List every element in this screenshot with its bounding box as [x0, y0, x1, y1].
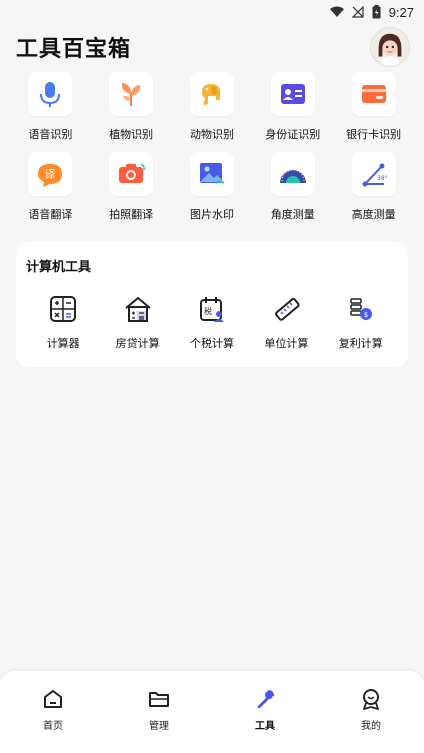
svg-text:$: $ — [364, 311, 368, 319]
tool-label: 语音识别 — [28, 128, 73, 141]
battery-icon — [372, 5, 381, 19]
height-measure-icon: 38° — [351, 152, 396, 196]
tool-image-watermark[interactable]: 图片水印 — [172, 152, 253, 222]
tool-angle-measure[interactable]: 角度测量 — [252, 152, 333, 222]
tool-id-card-recognition[interactable]: 身份证识别 — [252, 72, 333, 142]
house-calc-icon — [122, 293, 154, 325]
tool-label: 银行卡识别 — [346, 128, 402, 141]
nav-label: 工具 — [255, 721, 275, 732]
calculator-icon — [47, 293, 79, 325]
translate-bubble-icon: 译 — [28, 152, 73, 196]
tool-photo-translate[interactable]: 拍照翻译 — [91, 152, 172, 222]
nav-label: 首页 — [43, 721, 63, 732]
bank-card-icon — [351, 72, 396, 116]
calc-label: 单位计算 — [264, 337, 309, 350]
wrench-icon — [253, 687, 277, 711]
elephant-icon — [189, 72, 234, 116]
tool-animal-recognition[interactable]: 动物识别 — [172, 72, 253, 142]
calc-item-mortgage[interactable]: 房贷计算 — [100, 293, 174, 351]
avatar[interactable] — [370, 27, 410, 67]
camera-translate-icon — [109, 152, 154, 196]
image-watermark-icon — [189, 152, 234, 196]
folder-icon — [147, 687, 171, 711]
wifi-icon — [329, 6, 344, 17]
tool-label: 拍照翻译 — [109, 208, 154, 221]
calculator-tools-card: 计算机工具 计算器 房贷计算 税 个税计算 单位计算 $ 复利计算 — [16, 242, 408, 367]
nav-home[interactable]: 首页 — [0, 687, 106, 753]
nav-profile[interactable]: 我的 — [318, 687, 424, 753]
bottom-nav: 首页 管理 工具 我的 — [0, 671, 424, 753]
tool-label: 身份证识别 — [265, 128, 321, 141]
tax-calendar-icon: 税 — [196, 293, 228, 325]
calc-item-compound-interest[interactable]: $ 复利计算 — [324, 293, 398, 351]
page-title: 工具百宝箱 — [16, 37, 132, 62]
nav-label: 管理 — [149, 721, 169, 732]
tool-label: 植物识别 — [109, 128, 154, 141]
calculator-grid: 计算器 房贷计算 税 个税计算 单位计算 $ 复利计算 — [26, 293, 398, 351]
coins-icon: $ — [345, 293, 377, 325]
tool-plant-recognition[interactable]: 植物识别 — [91, 72, 172, 142]
tool-label: 角度测量 — [270, 208, 315, 221]
protractor-icon — [270, 152, 315, 196]
ruler-icon — [270, 293, 302, 325]
tool-label: 高度测量 — [351, 208, 396, 221]
header: 工具百宝箱 — [0, 24, 424, 70]
microphone-icon — [28, 72, 73, 116]
tool-voice-recognition[interactable]: 语音识别 — [10, 72, 91, 142]
tool-label: 图片水印 — [189, 208, 234, 221]
tool-label: 语音翻译 — [28, 208, 73, 221]
nav-label: 我的 — [361, 721, 381, 732]
status-time: 9:27 — [388, 4, 414, 20]
calc-item-tax[interactable]: 税 个税计算 — [175, 293, 249, 351]
no-signal-icon — [351, 6, 364, 18]
svg-text:译: 译 — [45, 168, 56, 181]
calc-label: 复利计算 — [338, 337, 383, 350]
home-icon — [41, 687, 65, 711]
tool-height-measure[interactable]: 38° 高度测量 — [333, 152, 414, 222]
tool-voice-translate[interactable]: 译 语音翻译 — [10, 152, 91, 222]
nav-manage[interactable]: 管理 — [106, 687, 212, 753]
status-bar: 9:27 — [0, 0, 424, 24]
calc-item-unit[interactable]: 单位计算 — [249, 293, 323, 351]
tool-label: 动物识别 — [189, 128, 234, 141]
status-icons — [329, 5, 381, 19]
svg-text:38°: 38° — [377, 175, 388, 182]
plant-icon — [109, 72, 154, 116]
calc-item-calculator[interactable]: 计算器 — [26, 293, 100, 351]
card-title: 计算机工具 — [26, 260, 92, 275]
svg-text:税: 税 — [204, 306, 212, 316]
tool-grid: 语音识别 植物识别 动物识别 身份证识别 银行卡识别 译 语音翻译 拍照翻译 图… — [0, 72, 424, 222]
nav-tools[interactable]: 工具 — [212, 687, 318, 753]
profile-icon — [359, 687, 383, 711]
calc-label: 房贷计算 — [115, 337, 160, 350]
tool-bank-card-recognition[interactable]: 银行卡识别 — [333, 72, 414, 142]
calc-label: 个税计算 — [189, 337, 234, 350]
id-card-icon — [270, 72, 315, 116]
calc-label: 计算器 — [46, 337, 80, 350]
